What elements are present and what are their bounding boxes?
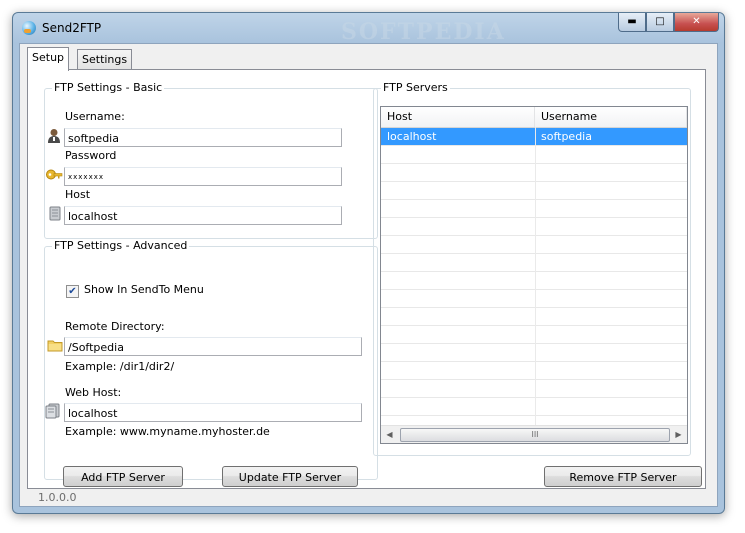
empty-row	[381, 218, 687, 236]
remote-directory-label: Remote Directory:	[65, 320, 165, 333]
close-button[interactable]: ✕	[674, 13, 719, 32]
password-field[interactable]: xxxxxxx	[64, 167, 342, 186]
host-label: Host	[65, 188, 91, 201]
tab-settings[interactable]: Settings	[77, 49, 133, 70]
scroll-left-icon[interactable]: ◀	[381, 426, 398, 443]
host-field[interactable]: localhost	[64, 206, 342, 225]
empty-row	[381, 272, 687, 290]
remove-ftp-server-button[interactable]: Remove FTP Server	[544, 466, 702, 487]
password-label: Password	[65, 149, 117, 162]
empty-row	[381, 254, 687, 272]
window-title: Send2FTP	[42, 21, 102, 35]
add-ftp-server-button[interactable]: Add FTP Server	[63, 466, 183, 487]
version-label: 1.0.0.0	[38, 491, 77, 504]
web-host-field[interactable]: localhost	[64, 403, 362, 422]
web-host-example: Example: www.myname.myhoster.de	[65, 425, 270, 438]
scroll-thumb[interactable]: III	[400, 428, 670, 442]
watermark: SOFTPEDIA	[341, 19, 506, 45]
basic-group-title: FTP Settings - Basic	[52, 81, 165, 94]
servers-group-title: FTP Servers	[381, 81, 450, 94]
caption-buttons: ▬ □ ✕	[618, 13, 719, 32]
show-in-sendto-label[interactable]: Show In SendTo Menu	[84, 283, 204, 296]
horizontal-scrollbar[interactable]: ◀ III ▶	[381, 425, 687, 443]
column-header-username[interactable]: Username	[535, 107, 687, 127]
scroll-right-icon[interactable]: ▶	[670, 426, 687, 443]
empty-row	[381, 164, 687, 182]
maximize-button[interactable]: □	[646, 13, 674, 32]
empty-row	[381, 380, 687, 398]
setup-panel: FTP Settings - Basic Username: softpedia…	[27, 69, 706, 489]
table-row[interactable]: localhost softpedia	[381, 128, 687, 146]
empty-row	[381, 290, 687, 308]
cell-username: softpedia	[541, 130, 592, 143]
column-divider	[535, 127, 536, 427]
user-icon	[48, 129, 60, 143]
remote-directory-field[interactable]: /Softpedia	[64, 337, 362, 356]
app-globe-icon	[22, 21, 36, 35]
title-bar[interactable]: Send2FTP SOFTPEDIA ▬ □ ✕	[13, 13, 724, 45]
empty-row	[381, 344, 687, 362]
server-icon	[45, 403, 60, 419]
remote-directory-example: Example: /dir1/dir2/	[65, 360, 175, 373]
client-area: Setup Settings FTP Settings - Basic User…	[19, 43, 718, 507]
empty-row	[381, 308, 687, 326]
key-icon	[46, 169, 63, 180]
app-window: Send2FTP SOFTPEDIA ▬ □ ✕ Setup Settings …	[12, 12, 725, 514]
empty-row	[381, 398, 687, 416]
username-field[interactable]: softpedia	[64, 128, 342, 147]
column-header-host[interactable]: Host	[381, 107, 535, 127]
username-label: Username:	[65, 110, 125, 123]
cell-host: localhost	[387, 130, 437, 143]
server-icon	[49, 206, 61, 221]
show-in-sendto-checkbox[interactable]: ✔	[66, 285, 79, 298]
empty-row	[381, 146, 687, 164]
empty-row	[381, 182, 687, 200]
empty-row	[381, 326, 687, 344]
empty-row	[381, 200, 687, 218]
minimize-button[interactable]: ▬	[618, 13, 646, 32]
empty-row	[381, 236, 687, 254]
update-ftp-server-button[interactable]: Update FTP Server	[222, 466, 358, 487]
ftp-servers-grid[interactable]: Host Username localhost softpedia ◀ III …	[380, 106, 688, 444]
tab-setup[interactable]: Setup	[27, 47, 70, 71]
web-host-label: Web Host:	[65, 386, 122, 399]
grid-header: Host Username	[381, 107, 687, 128]
folder-icon	[47, 340, 63, 352]
empty-row	[381, 362, 687, 380]
advanced-group-title: FTP Settings - Advanced	[52, 239, 190, 252]
